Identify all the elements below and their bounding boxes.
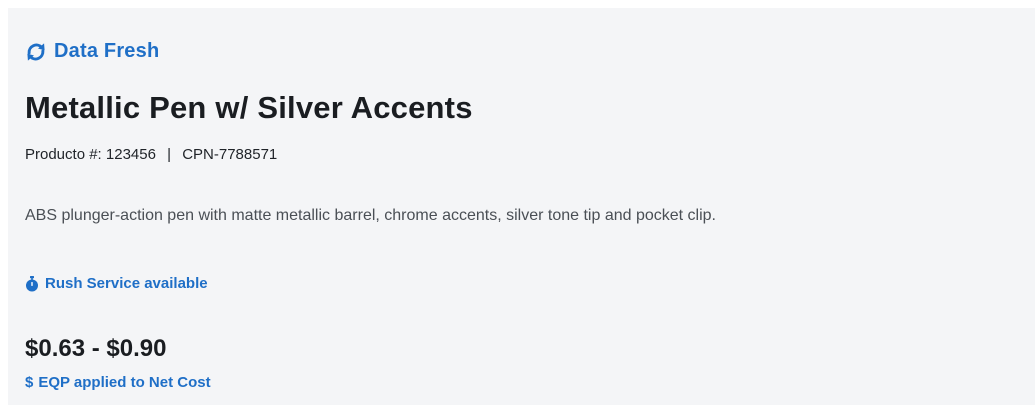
eqp-applied-label: EQP applied to Net Cost: [38, 374, 211, 391]
product-identifiers: Producto #: 123456 | CPN-7788571: [25, 146, 277, 163]
rush-service-link[interactable]: Rush Service available: [25, 275, 208, 292]
stopwatch-icon: [25, 275, 39, 292]
identifier-separator: |: [167, 146, 172, 163]
data-fresh-label: Data Fresh: [54, 40, 160, 62]
product-number-label: Producto #:: [25, 146, 102, 163]
customer-part-number: CPN-7788571: [182, 146, 278, 163]
rush-service-label: Rush Service available: [45, 275, 208, 292]
product-detail-panel: Data Fresh Metallic Pen w/ Silver Accent…: [8, 8, 1035, 405]
price-range: $0.63 - $0.90: [25, 335, 167, 362]
product-description: ABS plunger-action pen with matte metall…: [25, 207, 716, 224]
product-number: 123456: [105, 146, 156, 163]
eqp-applied-link[interactable]: $ EQP applied to Net Cost: [25, 374, 211, 391]
data-fresh-status[interactable]: Data Fresh: [25, 40, 159, 63]
product-title: Metallic Pen w/ Silver Accents: [25, 90, 473, 125]
refresh-icon: [25, 41, 47, 63]
dollar-icon: $: [25, 374, 34, 391]
